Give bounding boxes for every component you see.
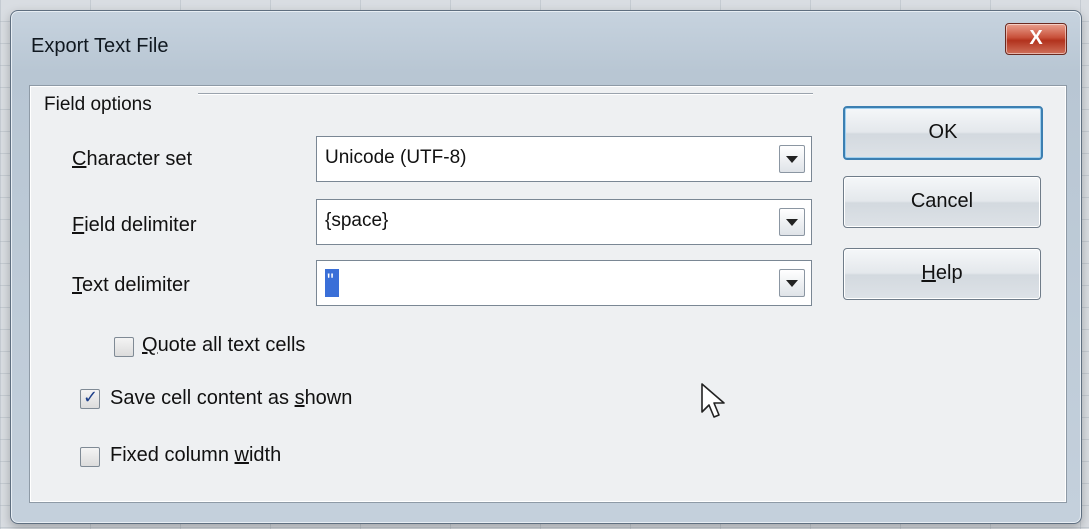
text-delimiter-value: "	[327, 271, 334, 292]
character-set-select[interactable]: Unicode (UTF-8)	[316, 136, 812, 182]
quote-all-label[interactable]: Quote all text cells	[142, 334, 305, 357]
text-delimiter-input[interactable]: "	[316, 260, 812, 306]
save-as-shown-checkbox[interactable]: ✓	[80, 387, 100, 409]
mouse-pointer-icon	[701, 383, 725, 418]
chevron-down-icon[interactable]	[779, 145, 805, 173]
character-set-value: Unicode (UTF-8)	[325, 147, 467, 168]
checkmark-icon: ✓	[83, 387, 99, 408]
text-delimiter-label: Text delimiter	[72, 274, 190, 296]
save-as-shown-label[interactable]: Save cell content as shown	[110, 387, 352, 410]
close-button[interactable]: X	[1005, 23, 1067, 55]
field-delimiter-value: {space}	[325, 210, 389, 231]
chevron-down-icon[interactable]	[779, 208, 805, 236]
group-divider	[198, 93, 813, 95]
fixed-width-label[interactable]: Fixed column width	[110, 444, 281, 467]
chevron-down-icon[interactable]	[779, 269, 805, 297]
cancel-button[interactable]: Cancel	[843, 176, 1041, 228]
field-options-heading: Field options	[44, 94, 152, 115]
help-button[interactable]: Help	[843, 248, 1041, 300]
field-delimiter-select[interactable]: {space}	[316, 199, 812, 245]
quote-all-checkbox[interactable]	[114, 337, 134, 357]
dialog-title: Export Text File	[31, 35, 169, 57]
ok-button[interactable]: OK	[843, 106, 1043, 160]
character-set-label: Character set	[72, 148, 193, 170]
close-icon: X	[1029, 27, 1043, 49]
field-delimiter-label: Field delimiter	[72, 214, 197, 236]
title-bar[interactable]: Export Text File X	[11, 11, 1081, 75]
fixed-width-checkbox[interactable]	[80, 447, 100, 467]
